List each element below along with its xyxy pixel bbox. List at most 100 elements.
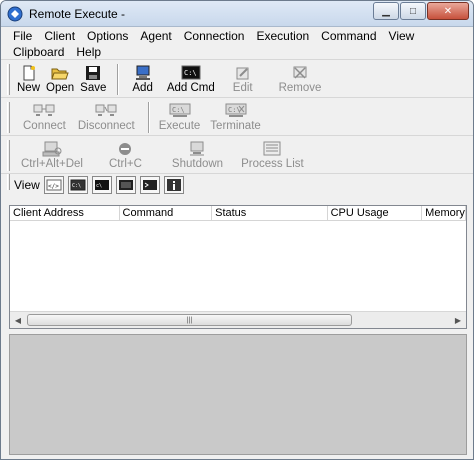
remote-control-toolbar: Ctrl+Alt+Del Ctrl+C Shutdown Process Lis… [1, 135, 473, 173]
app-icon [7, 6, 23, 22]
ctrl-alt-del-label: Ctrl+Alt+Del [21, 158, 83, 170]
window-title: Remote Execute - [29, 6, 126, 21]
view-output-button[interactable] [115, 175, 136, 194]
menu-options[interactable]: Options [81, 27, 134, 43]
save-label: Save [80, 82, 107, 94]
toolbar-grip[interactable] [7, 140, 10, 171]
close-button[interactable]: ✕ [427, 2, 469, 20]
ctrl-alt-del-button[interactable]: Ctrl+Alt+Del [18, 140, 86, 170]
edit-icon [235, 64, 251, 82]
output-view-icon [118, 179, 133, 190]
view-terminal-button[interactable] [139, 175, 160, 194]
shutdown-button[interactable]: Shutdown [169, 140, 226, 170]
scroll-right-icon[interactable]: ▶ [450, 313, 466, 327]
scroll-left-icon[interactable]: ◀ [10, 313, 26, 327]
horizontal-scrollbar[interactable]: ◀ ||| ▶ [10, 311, 466, 328]
connection-toolbar: Connect Disconnect C:\ Execute C:\ Termi… [1, 97, 473, 135]
column-command[interactable]: Command [120, 206, 213, 220]
view-info-button[interactable] [163, 175, 184, 194]
terminate-label: Terminate [210, 120, 261, 132]
disconnect-button[interactable]: Disconnect [75, 102, 138, 132]
menu-help[interactable]: Help [70, 43, 107, 59]
shutdown-label: Shutdown [171, 158, 224, 170]
menu-file[interactable]: File [7, 27, 38, 43]
add-cmd-button[interactable]: C:\ Add Cmd [164, 64, 218, 94]
open-label: Open [46, 82, 75, 94]
ctrl-c-icon [117, 140, 133, 158]
command-view-icon: C:\ [70, 179, 86, 190]
view-clients-button[interactable]: </> [43, 175, 64, 194]
add-button[interactable]: Add [129, 64, 155, 94]
edit-label: Edit [232, 82, 253, 94]
execute-icon: C:\ [169, 102, 191, 120]
open-folder-icon [51, 64, 69, 82]
menu-clipboard[interactable]: Clipboard [7, 43, 70, 59]
process-list-button[interactable]: Process List [238, 140, 307, 170]
connect-button[interactable]: Connect [20, 102, 69, 132]
client-list[interactable]: Client Address Command Status CPU Usage … [9, 205, 467, 329]
disconnect-label: Disconnect [77, 120, 135, 132]
remove-icon [292, 64, 308, 82]
list-header: Client Address Command Status CPU Usage … [10, 206, 466, 221]
add-command-icon: C:\ [181, 64, 201, 82]
remove-label: Remove [278, 82, 322, 94]
connect-icon [33, 102, 55, 120]
view-console-button[interactable]: c\ [91, 175, 112, 194]
add-computer-icon [134, 64, 152, 82]
svg-text:C:\: C:\ [172, 106, 185, 114]
console-view-icon: c\ [94, 179, 109, 190]
view-commands-button[interactable]: C:\ [67, 175, 88, 194]
window-controls: ▁ □ ✕ [372, 2, 469, 20]
toolbar-grip[interactable] [7, 64, 10, 95]
maximize-button[interactable]: □ [400, 2, 426, 20]
open-button[interactable]: Open [43, 64, 77, 94]
svg-text:C:\: C:\ [184, 69, 197, 77]
info-icon [166, 178, 181, 191]
process-list-icon [263, 140, 281, 158]
menu-connection[interactable]: Connection [178, 27, 251, 43]
menu-agent[interactable]: Agent [134, 27, 177, 43]
menu-client[interactable]: Client [38, 27, 81, 43]
shutdown-icon [188, 140, 206, 158]
scroll-thumb[interactable]: ||| [27, 314, 352, 326]
column-cpu-usage[interactable]: CPU Usage [328, 206, 423, 220]
output-pane [9, 334, 467, 455]
svg-text:C:\: C:\ [228, 106, 241, 114]
add-cmd-label: Add Cmd [166, 82, 215, 94]
new-file-icon [21, 64, 37, 82]
execute-label: Execute [158, 120, 201, 132]
view-toolbar: View </> C:\ c\ [1, 173, 473, 195]
toolbar-grip[interactable] [7, 174, 10, 190]
terminal-view-icon [142, 179, 157, 190]
svg-text:C:\: C:\ [72, 183, 81, 189]
minimize-button[interactable]: ▁ [373, 2, 399, 20]
menu-view[interactable]: View [383, 27, 421, 43]
remove-button[interactable]: Remove [276, 64, 325, 94]
menu-execution[interactable]: Execution [250, 27, 315, 43]
svg-text:c\: c\ [96, 183, 102, 189]
column-status[interactable]: Status [212, 206, 328, 220]
save-button[interactable]: Save [77, 64, 109, 94]
save-disk-icon [85, 64, 101, 82]
title-bar[interactable]: Remote Execute - ▁ □ ✕ [1, 1, 473, 27]
column-memory[interactable]: Memory [422, 206, 466, 220]
network-view-icon: </> [46, 179, 62, 190]
svg-text:</>: </> [48, 183, 59, 190]
ctrl-c-label: Ctrl+C [109, 158, 142, 170]
menu-bar: File Client Options Agent Connection Exe… [1, 27, 473, 59]
ctrl-c-button[interactable]: Ctrl+C [106, 140, 145, 170]
edit-button[interactable]: Edit [230, 64, 256, 94]
menu-command[interactable]: Command [315, 27, 382, 43]
terminate-icon: C:\ [225, 102, 247, 120]
new-label: New [17, 82, 41, 94]
toolbar-grip[interactable] [7, 102, 10, 133]
terminate-button[interactable]: C:\ Terminate [207, 102, 264, 132]
add-label: Add [132, 82, 153, 94]
disconnect-icon [95, 102, 117, 120]
execute-button[interactable]: C:\ Execute [156, 102, 204, 132]
app-window: Remote Execute - ▁ □ ✕ File Client Optio… [0, 0, 474, 460]
new-button[interactable]: New [14, 64, 43, 94]
ctrl-alt-del-icon [41, 140, 63, 158]
toolbar-separator [147, 102, 150, 133]
column-client-address[interactable]: Client Address [10, 206, 120, 220]
